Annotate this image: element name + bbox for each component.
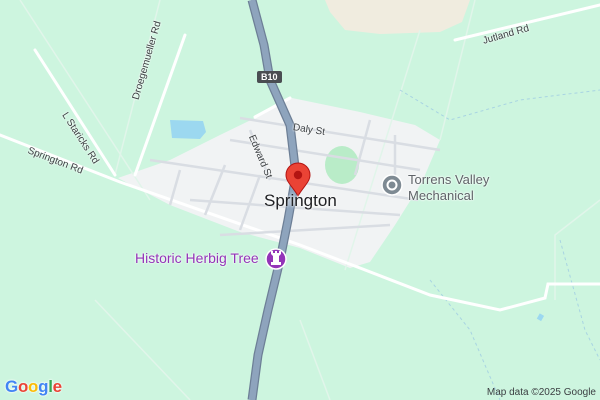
lake <box>170 120 206 139</box>
logo-letter: G <box>5 377 18 396</box>
pond <box>536 313 545 322</box>
route-shield-b10: B10 <box>257 71 282 83</box>
mechanic-poi-icon <box>381 174 403 196</box>
quarry-area <box>325 0 470 34</box>
logo-letter: g <box>38 377 49 396</box>
google-logo: Google <box>5 377 62 397</box>
landmark-poi-icon <box>265 248 287 270</box>
sports-oval <box>325 146 359 184</box>
poi-label-line1: Torrens Valley <box>408 172 490 187</box>
town-label[interactable]: Springton <box>264 191 337 211</box>
logo-letter: o <box>28 377 39 396</box>
poi-label-herbig-tree[interactable]: Historic Herbig Tree <box>135 250 259 266</box>
map-attribution[interactable]: Map data ©2025 Google <box>487 387 596 398</box>
logo-letter: e <box>52 377 62 396</box>
poi-label-line2: Mechanical <box>408 188 474 203</box>
logo-letter: o <box>17 377 29 396</box>
map-canvas[interactable]: B10 Jutland Rd Droegemueller Rd L Staric… <box>0 0 600 400</box>
poi-label-torrens-valley[interactable]: Torrens Valley Mechanical <box>408 172 489 204</box>
